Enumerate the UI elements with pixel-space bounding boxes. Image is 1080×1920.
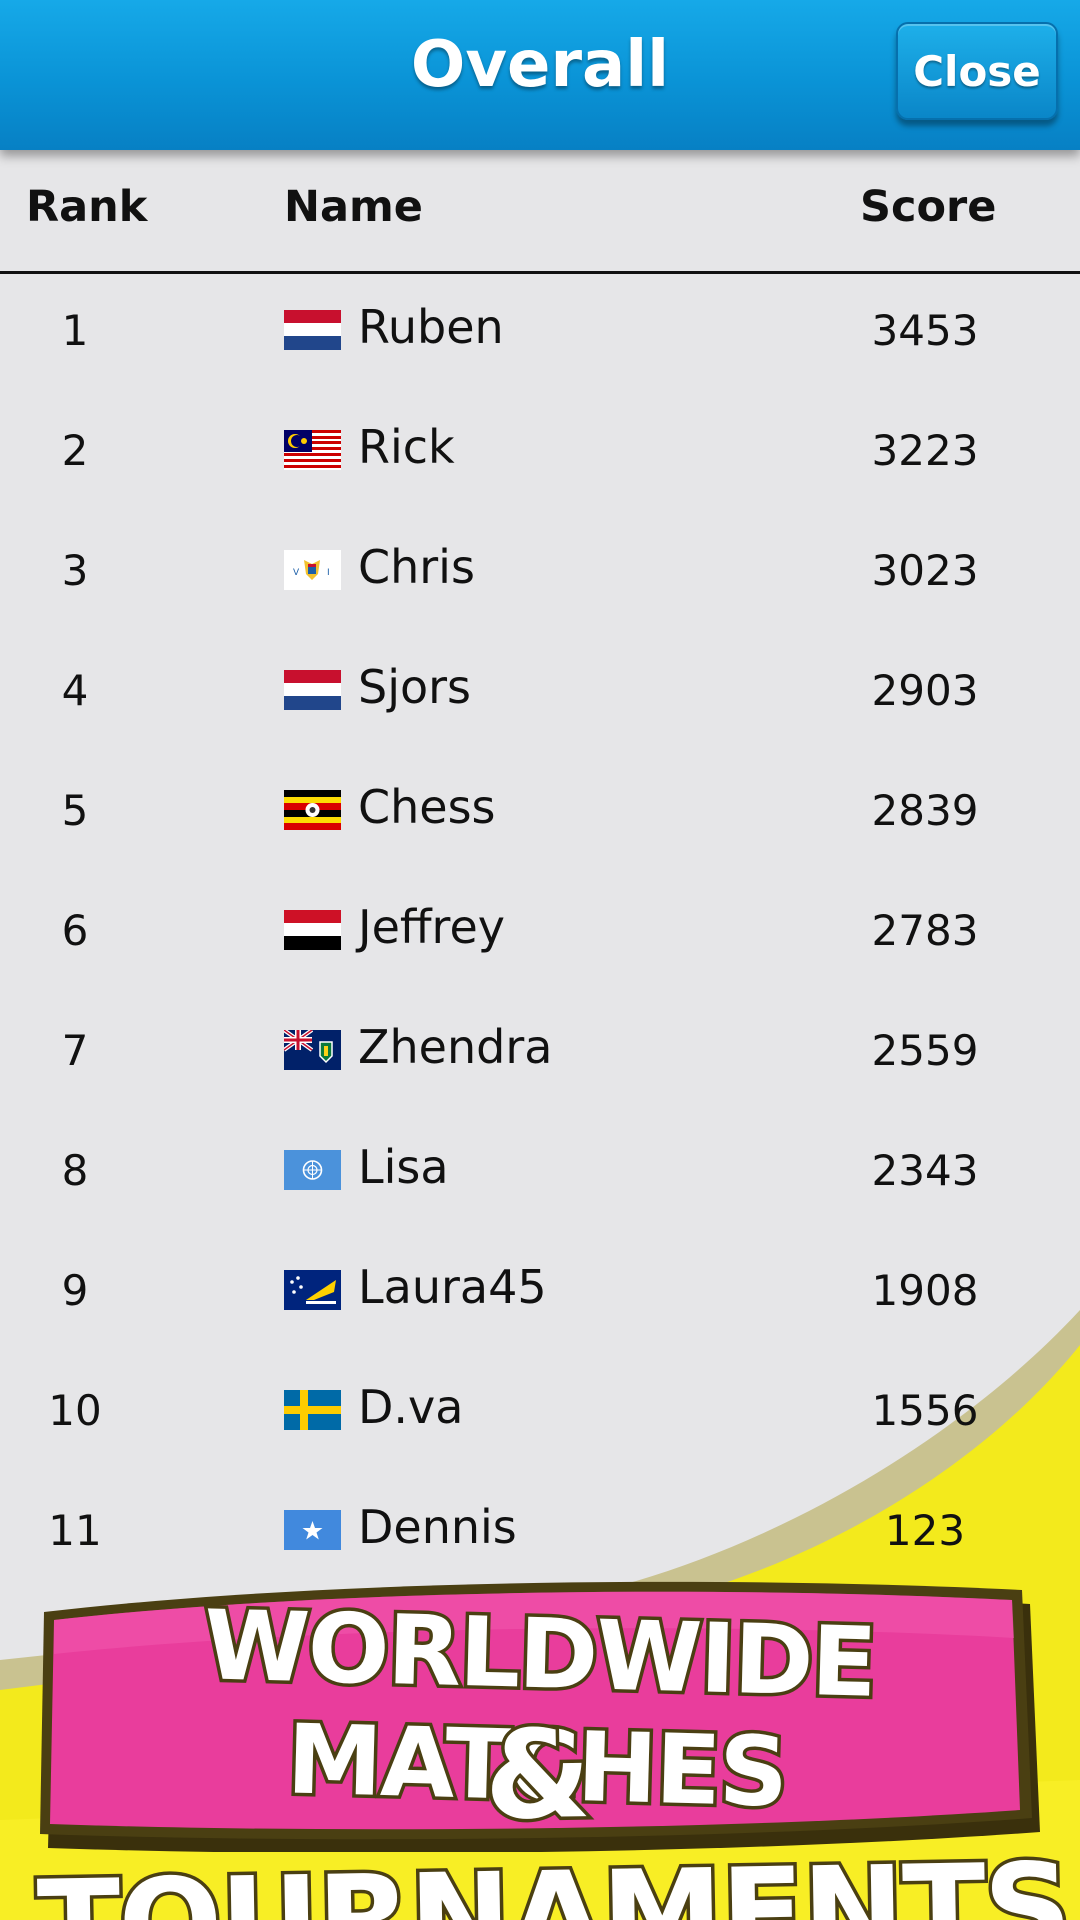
rank-cell: 2 [61,426,89,475]
netherlands-flag-icon [284,310,341,350]
player-name: Ruben [358,300,504,354]
leaderboard-row[interactable]: 9 Laura45 1908 [0,1234,1080,1354]
player-name: Jeffrey [358,900,505,954]
player-name: Sjors [358,660,472,714]
rank-cell: 9 [61,1266,89,1315]
player-name: Laura45 [358,1260,547,1314]
leaderboard-row[interactable]: 11 Dennis 123 [0,1474,1080,1594]
leaderboard-row[interactable]: 3 V I Chris 3023 [0,514,1080,634]
score-cell: 2839 [871,786,979,835]
sweden-flag-icon [284,1390,341,1430]
netherlands-flag-icon [284,670,341,710]
player-name: Zhendra [358,1020,553,1074]
rank-cell: 10 [48,1386,102,1435]
rank-cell: 7 [61,1026,89,1075]
banner-headline-line2: & TOURNAMENTS [33,1700,1075,1920]
malaysia-flag-icon [284,430,341,470]
leaderboard-row[interactable]: 1 Ruben 3453 [0,274,1080,394]
player-name: Lisa [358,1140,449,1194]
score-cell: 2903 [871,666,979,715]
column-header-rank: Rank [26,182,148,232]
tokelau-flag-icon [284,1270,341,1310]
leaderboard-row[interactable]: 2 Rick 3223 [0,394,1080,514]
score-cell: 2783 [871,906,979,955]
leaderboard-row[interactable]: 4 Sjors 2903 [0,634,1080,754]
yemen-flag-icon [284,910,341,950]
leaderboard-row[interactable]: 8 Lisa 2343 [0,1114,1080,1234]
svg-text:I: I [327,568,330,578]
player-name: Dennis [358,1500,517,1554]
rank-cell: 3 [61,546,89,595]
top-bar: Overall Close [0,0,1080,150]
score-cell: 3023 [871,546,979,595]
leaderboard-row[interactable]: 5 Chess 2839 [0,754,1080,874]
score-cell: 2343 [871,1146,979,1195]
column-header-name: Name [284,182,423,232]
close-button[interactable]: Close [896,22,1058,120]
rank-cell: 4 [61,666,89,715]
player-name: Chris [358,540,475,594]
score-cell: 1908 [871,1266,979,1315]
united-nations-flag-icon [284,1150,341,1190]
rank-cell: 6 [61,906,89,955]
svg-text:V: V [293,568,300,578]
score-cell: 1556 [871,1386,979,1435]
score-cell: 3223 [871,426,979,475]
leaderboard-row[interactable]: 10 D.va 1556 [0,1354,1080,1474]
uganda-flag-icon [284,790,341,830]
leaderboard-row[interactable]: 7 Zhendra 2559 [0,994,1080,1114]
score-cell: 3453 [871,306,979,355]
rank-cell: 11 [48,1506,102,1555]
score-cell: 123 [884,1506,966,1555]
us-virgin-islands-flag-icon: V I [284,550,341,590]
leaderboard-row[interactable]: 6 Jeffrey 2783 [0,874,1080,994]
player-name: Rick [358,420,455,474]
score-cell: 2559 [871,1026,979,1075]
player-name: D.va [358,1380,464,1434]
rank-cell: 8 [61,1146,89,1195]
player-name: Chess [358,780,496,834]
column-header-score: Score [860,182,997,232]
rank-cell: 1 [61,306,89,355]
rank-cell: 5 [61,786,89,835]
british-virgin-islands-flag-icon [284,1030,341,1070]
somalia-flag-icon [284,1510,341,1550]
